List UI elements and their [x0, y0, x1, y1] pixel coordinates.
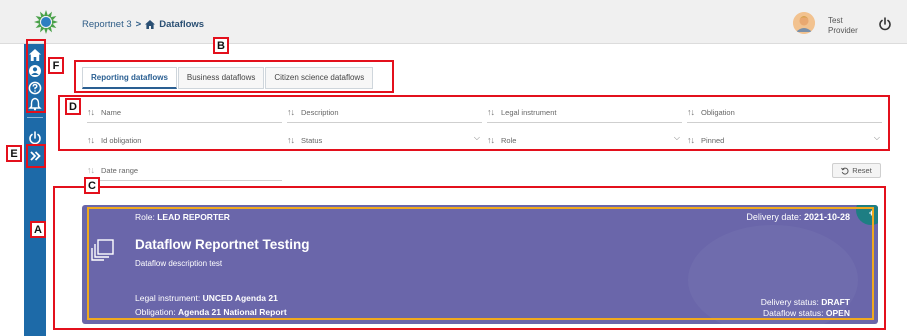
filter-legal-instrument[interactable]: ↑↓ Legal instrument: [487, 105, 682, 123]
card-description: Dataflow description test: [135, 259, 223, 268]
card-dataflow-status: Dataflow status: OPEN: [763, 308, 850, 318]
home-icon[interactable]: [28, 48, 42, 62]
sidebar: [24, 44, 46, 336]
app-header: Reportnet 3 > Dataflows Test Provider: [0, 0, 907, 44]
page-title: Dataflows: [159, 19, 205, 30]
pin-badge[interactable]: [856, 205, 878, 225]
annotation-tag-b: B: [213, 37, 229, 54]
sort-icon[interactable]: ↑↓: [287, 135, 295, 145]
filter-pinned[interactable]: ↑↓ Pinned ⌵: [687, 133, 882, 151]
sidebar-divider: [27, 117, 43, 118]
tab-business-dataflows[interactable]: Business dataflows: [177, 67, 265, 89]
breadcrumb-item-reportnet[interactable]: Reportnet 3: [82, 19, 132, 30]
pin-icon[interactable]: +: [869, 208, 874, 218]
card-legal-instrument: Legal instrument: UNCED Agenda 21: [135, 293, 278, 303]
breadcrumb: Reportnet 3 > Dataflows: [82, 19, 204, 30]
filter-name[interactable]: ↑↓ Name: [87, 105, 282, 123]
sort-icon[interactable]: ↑↓: [487, 135, 495, 145]
breadcrumb-current: Dataflows: [145, 19, 204, 30]
card-obligation: Obligation: Agenda 21 National Report: [135, 307, 287, 317]
sort-icon[interactable]: ↑↓: [87, 107, 95, 117]
dataflow-tabs: Reporting dataflows Business dataflows C…: [82, 67, 374, 89]
reportnet-logo[interactable]: [33, 9, 59, 35]
chevron-down-icon[interactable]: ⌵: [474, 133, 480, 143]
home-icon: [145, 20, 156, 29]
tab-citizen-science-dataflows[interactable]: Citizen science dataflows: [265, 67, 374, 89]
annotation-tag-e: E: [6, 145, 22, 162]
card-title: Dataflow Reportnet Testing: [135, 237, 310, 252]
dataflow-icon: [91, 239, 114, 261]
card-delivery-date: Delivery date: 2021-10-28: [746, 212, 850, 222]
annotation-tag-f: F: [48, 57, 64, 74]
breadcrumb-separator: >: [135, 19, 142, 30]
help-icon[interactable]: [28, 81, 42, 95]
annotation-tag-c: C: [84, 177, 100, 194]
notifications-icon[interactable]: [28, 97, 42, 111]
user-icon[interactable]: [28, 64, 42, 78]
reset-button[interactable]: Reset: [832, 163, 881, 178]
filter-status[interactable]: ↑↓ Status ⌵: [287, 133, 482, 151]
sort-icon[interactable]: ↑↓: [687, 107, 695, 117]
sort-icon[interactable]: ↑↓: [87, 135, 95, 145]
sort-icon[interactable]: ↑↓: [687, 135, 695, 145]
filter-role[interactable]: ↑↓ Role ⌵: [487, 133, 682, 151]
reset-icon: [841, 167, 849, 175]
avatar[interactable]: [793, 12, 815, 34]
dataflow-card[interactable]: + Role: LEAD REPORTER Delivery date: 202…: [82, 205, 878, 324]
user-name[interactable]: Test Provider: [828, 16, 858, 36]
sort-icon[interactable]: ↑↓: [87, 165, 95, 175]
chevron-down-icon[interactable]: ⌵: [674, 133, 680, 143]
expand-icon[interactable]: [28, 149, 42, 163]
annotation-tag-d: D: [65, 98, 81, 115]
tab-reporting-dataflows[interactable]: Reporting dataflows: [82, 67, 177, 89]
filter-id-obligation[interactable]: ↑↓ Id obligation: [87, 133, 282, 151]
sort-icon[interactable]: ↑↓: [487, 107, 495, 117]
filter-obligation[interactable]: ↑↓ Obligation: [687, 105, 882, 123]
logout-icon[interactable]: [878, 17, 892, 31]
sort-icon[interactable]: ↑↓: [287, 107, 295, 117]
annotation-tag-a: A: [30, 221, 46, 238]
logout-icon[interactable]: [28, 131, 42, 145]
card-role: Role: LEAD REPORTER: [135, 212, 230, 222]
filter-date-range[interactable]: ↑↓ Date range: [87, 163, 282, 181]
filter-description[interactable]: ↑↓ Description: [287, 105, 482, 123]
card-delivery-status: Delivery status: DRAFT: [760, 297, 850, 307]
chevron-down-icon[interactable]: ⌵: [874, 133, 880, 143]
